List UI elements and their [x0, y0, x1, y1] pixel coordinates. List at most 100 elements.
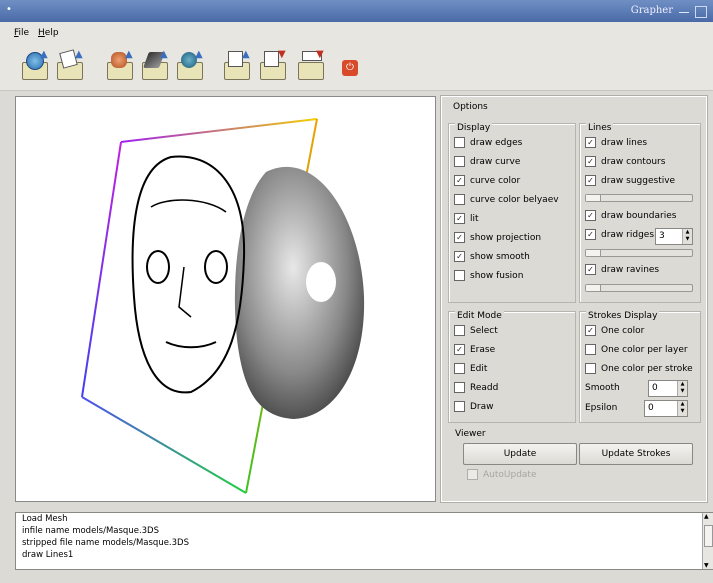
scroll-up-icon[interactable]: ▲: [704, 513, 709, 520]
draw-ridges-checkbox[interactable]: ✓ draw ridges: [585, 229, 654, 243]
lines-title: Lines: [586, 123, 614, 133]
lines-group: Lines ✓ draw lines ✓ draw contours ✓ draw s…: [579, 123, 701, 303]
check-icon: ✓: [454, 213, 465, 224]
open-head-button[interactable]: ▲: [105, 49, 133, 80]
menu-file[interactable]: File: [14, 28, 29, 38]
options-title: Options: [453, 102, 488, 112]
down-arrow-icon: ▼: [316, 49, 324, 60]
checkbox-icon: [454, 270, 465, 281]
erase-mode-checkbox[interactable]: ✓ Erase: [454, 344, 495, 358]
nose: [178, 266, 192, 318]
ridges-spinbox[interactable]: 3 ▲ ▼: [655, 228, 693, 245]
draw-suggestive-checkbox[interactable]: ✓ draw suggestive: [585, 175, 675, 189]
draw-ravines-checkbox[interactable]: ✓ draw ravines: [585, 264, 659, 278]
open-mesh-button[interactable]: ▲: [20, 49, 48, 80]
app-dot-icon: •: [6, 4, 12, 15]
suggestive-slider[interactable]: [585, 194, 693, 202]
menu-help[interactable]: Help: [38, 28, 59, 38]
show-smooth-checkbox[interactable]: ✓ show smooth: [454, 251, 530, 265]
checkbox-icon: [585, 344, 596, 355]
scroll-thumb[interactable]: [704, 525, 713, 547]
checkbox-icon: [467, 469, 478, 480]
up-arrow-icon: ▲: [40, 49, 48, 60]
ravines-slider[interactable]: [585, 284, 693, 292]
log-line: draw Lines1: [22, 550, 74, 560]
document-icon: [264, 51, 279, 67]
checkbox-icon: [454, 363, 465, 374]
down-arrow-icon: ▼: [278, 49, 286, 60]
smooth-label: Smooth: [585, 383, 620, 393]
lit-checkbox[interactable]: ✓ lit: [454, 213, 479, 227]
up-arrow-icon: ▲: [75, 49, 83, 60]
menu-bar: File Help: [0, 22, 713, 42]
check-icon: ✓: [454, 344, 465, 355]
left-eye: [146, 250, 170, 284]
open-blob-button[interactable]: ▲: [175, 49, 203, 80]
draw-edges-checkbox[interactable]: draw edges: [454, 137, 522, 151]
window-title: Grapher: [630, 5, 673, 16]
update-button[interactable]: Update: [463, 443, 577, 465]
up-arrow-icon: ▲: [160, 49, 168, 60]
open-sketch-button[interactable]: ▲: [55, 49, 83, 80]
up-arrow-icon: ▲: [242, 49, 250, 60]
scroll-down-icon[interactable]: ▼: [704, 562, 709, 569]
one-color-per-layer-checkbox[interactable]: One color per layer: [585, 344, 688, 358]
slider-handle[interactable]: [586, 285, 601, 291]
mesh-render: [81, 118, 365, 494]
update-strokes-button[interactable]: Update Strokes: [579, 443, 693, 465]
check-icon: ✓: [454, 175, 465, 186]
right-eye: [204, 250, 228, 284]
draw-lines-checkbox[interactable]: ✓ draw lines: [585, 137, 647, 151]
curve-color-belyaev-checkbox[interactable]: curve color belyaev: [454, 194, 559, 208]
minimize-icon[interactable]: [679, 6, 689, 13]
maximize-icon[interactable]: [695, 6, 707, 18]
slider-handle[interactable]: [586, 195, 601, 201]
ridges-slider[interactable]: [585, 249, 693, 257]
log-line: Load Mesh: [22, 514, 68, 524]
quit-button[interactable]: ⏻: [340, 50, 360, 80]
one-color-per-stroke-checkbox[interactable]: One color per stroke: [585, 363, 693, 377]
checkbox-icon: [585, 363, 596, 374]
smooth-spinbox[interactable]: 0 ▲ ▼: [648, 380, 688, 397]
export-button[interactable]: ▼: [296, 49, 324, 80]
draw-boundaries-checkbox[interactable]: ✓ draw boundaries: [585, 210, 676, 224]
epsilon-spinbox[interactable]: 0 ▲ ▼: [644, 400, 688, 417]
check-icon: ✓: [585, 210, 596, 221]
check-icon: ✓: [585, 156, 596, 167]
display-group: Display draw edges draw curve ✓ curve col…: [448, 123, 576, 303]
toolbar: ▲ ▲ ▲ ▲ ▲ ▲ ▼ ▼ ⏻: [0, 42, 713, 91]
select-mode-checkbox[interactable]: Select: [454, 325, 498, 339]
draw-curve-checkbox[interactable]: draw curve: [454, 156, 520, 170]
3d-viewport[interactable]: [15, 96, 436, 502]
open-shape-button[interactable]: ▲: [140, 49, 168, 80]
show-fusion-checkbox[interactable]: show fusion: [454, 270, 523, 284]
one-color-checkbox[interactable]: ✓ One color: [585, 325, 644, 339]
checkbox-icon: [454, 401, 465, 412]
epsilon-value: 0: [648, 403, 654, 413]
auto-update-checkbox[interactable]: AutoUpdate: [467, 469, 537, 483]
slider-handle[interactable]: [586, 250, 601, 256]
draw-mode-checkbox[interactable]: Draw: [454, 401, 494, 415]
spin-arrows-icon[interactable]: ▲ ▼: [677, 401, 687, 416]
log-output[interactable]: Load Mesh infile name models/Masque.3DS …: [15, 512, 713, 570]
save-strokes-button[interactable]: ▼: [258, 49, 286, 80]
display-title: Display: [455, 123, 493, 133]
check-icon: ✓: [585, 229, 596, 240]
load-strokes-button[interactable]: ▲: [222, 49, 250, 80]
spin-arrows-icon[interactable]: ▲ ▼: [677, 381, 687, 396]
edit-mode-checkbox[interactable]: Edit: [454, 363, 487, 377]
readd-mode-checkbox[interactable]: Readd: [454, 382, 498, 396]
checkbox-icon: [454, 194, 465, 205]
viewer-title: Viewer: [453, 429, 488, 439]
log-line: stripped file name models/Masque.3DS: [22, 538, 189, 548]
curve-color-checkbox[interactable]: ✓ curve color: [454, 175, 520, 189]
title-bar: • Grapher: [0, 0, 713, 22]
draw-contours-checkbox[interactable]: ✓ draw contours: [585, 156, 665, 170]
spin-arrows-icon[interactable]: ▲ ▼: [682, 229, 692, 244]
show-projection-checkbox[interactable]: ✓ show projection: [454, 232, 541, 246]
up-arrow-icon: ▲: [195, 49, 203, 60]
log-scrollbar[interactable]: ▲ ▼: [702, 513, 713, 569]
folder-icon: [298, 62, 324, 80]
power-icon: ⏻: [342, 60, 358, 76]
mask-eye-hole: [306, 262, 336, 302]
